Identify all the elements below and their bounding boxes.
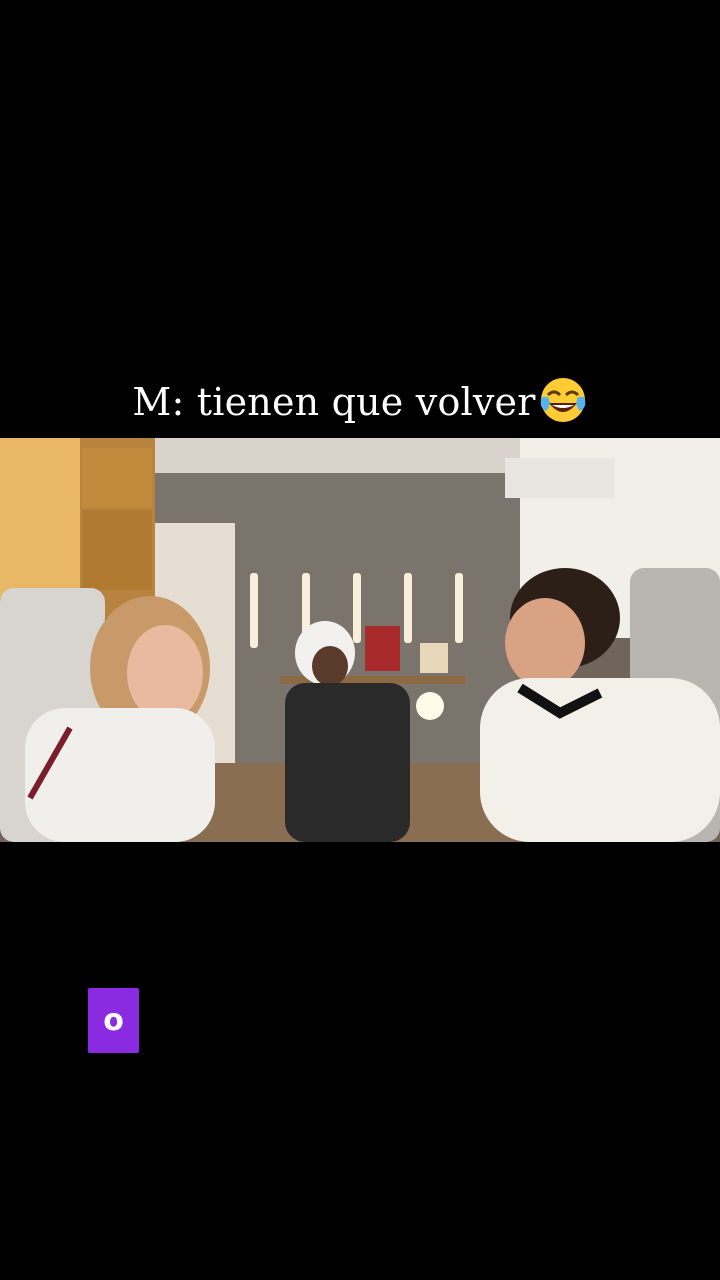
channel-badge: o (88, 988, 139, 1053)
caption: M: tienen que volver (0, 372, 720, 432)
caption-text: M: tienen que volver (132, 380, 536, 424)
badge-letter: o (103, 1002, 124, 1038)
tears-of-joy-emoji-icon (540, 378, 585, 422)
video-frame[interactable] (0, 438, 720, 842)
